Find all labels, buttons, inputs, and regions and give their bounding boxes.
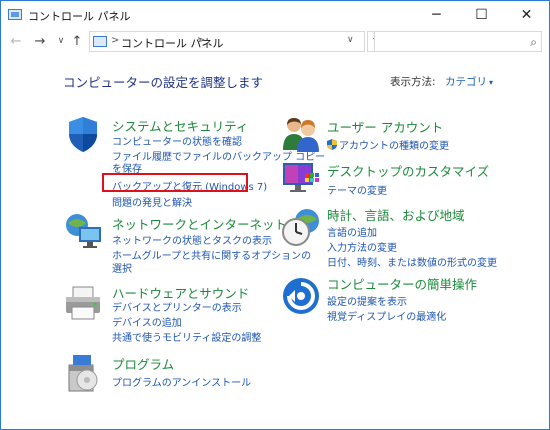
link-homegroup-sharing-cont[interactable]: 選択 [112,260,132,275]
ease-of-access-icon[interactable] [281,276,321,316]
forward-button[interactable]: → [31,32,49,50]
window-title: コントロール パネル [28,10,131,23]
navigation-bar: ← → ∨ ↑ > コントロール パネル > ∨ ↻ ⌕ [1,29,549,54]
view-by-dropdown[interactable]: カテゴリ ▾ [445,74,493,89]
link-add-language[interactable]: 言語の追加 [327,224,377,239]
link-troubleshoot[interactable]: 問題の発見と解決 [112,194,192,209]
control-panel-small-icon [93,36,107,47]
desktop-customize-icon[interactable] [281,159,321,199]
link-optimize-visual-display[interactable]: 視覚ディスプレイの最適化 [327,308,446,323]
link-change-account-type[interactable]: アカウントの種類の変更 [327,137,449,152]
link-add-device[interactable]: デバイスの追加 [112,314,182,329]
category-title-ease-of-access[interactable]: コンピューターの簡単操作 [327,274,477,293]
breadcrumb-control-panel[interactable]: コントロール パネル [121,35,224,51]
link-mobility-settings[interactable]: 共通で使うモビリティ設定の調整 [112,329,261,344]
category-title-user-accounts[interactable]: ユーザー アカウント [327,117,443,136]
link-network-status[interactable]: ネットワークの状態とタスクの表示 [112,232,272,247]
link-change-theme[interactable]: テーマの変更 [327,182,387,197]
view-by-value: カテゴリ [445,76,487,88]
search-input[interactable]: ⌕ [374,31,542,52]
control-panel-app-icon [8,9,22,20]
breadcrumb-separator-icon[interactable]: > [111,35,119,46]
up-button[interactable]: ↑ [68,32,86,50]
view-by-label: 表示方法: [390,76,436,88]
link-change-date-format[interactable]: 日付、時刻、または数値の形式の変更 [327,254,497,269]
close-button[interactable]: ✕ [504,1,549,29]
link-change-account-type-label: アカウントの種類の変更 [339,141,449,152]
category-title-clock-language-region[interactable]: 時計、言語、および地域 [327,205,465,224]
breadcrumb-separator-icon[interactable]: > [197,35,205,46]
shield-icon[interactable] [63,114,103,154]
uac-shield-icon [327,139,337,150]
link-change-input-method[interactable]: 入力方法の変更 [327,239,397,254]
chevron-down-icon: ▾ [489,78,494,87]
page-title: コンピューターの設定を調整します [63,75,264,90]
highlight-frame [102,173,248,192]
programs-icon[interactable] [63,353,103,393]
minimize-button[interactable]: ─ [414,1,459,29]
category-title-network-internet[interactable]: ネットワークとインターネット [112,214,287,233]
back-button[interactable]: ← [7,32,25,50]
link-recommended-settings[interactable]: 設定の提案を表示 [327,293,407,308]
users-icon[interactable] [281,114,321,154]
link-uninstall-program[interactable]: プログラムのアンインストール [112,374,251,389]
control-panel-window: コントロール パネル ─ ☐ ✕ ← → ∨ ↑ > コントロール パネル > … [0,0,550,430]
address-bar[interactable]: > コントロール パネル > ∨ [89,31,365,52]
category-title-appearance[interactable]: デスクトップのカスタマイズ [327,161,489,180]
printer-icon[interactable] [63,283,103,323]
network-globe-icon[interactable] [63,211,103,251]
link-check-computer-status[interactable]: コンピューターの状態を確認 [112,133,242,148]
address-dropdown-icon[interactable]: ∨ [347,35,354,45]
link-devices-printers[interactable]: デバイスとプリンターの表示 [112,299,242,314]
maximize-button[interactable]: ☐ [459,1,504,29]
link-homegroup-sharing[interactable]: ホームグループと共有に関するオプションの [112,247,311,262]
category-title-programs[interactable]: プログラム [112,354,174,373]
clock-globe-icon[interactable] [281,207,321,247]
search-icon[interactable]: ⌕ [530,35,537,50]
title-bar: コントロール パネル ─ ☐ ✕ [1,1,549,29]
